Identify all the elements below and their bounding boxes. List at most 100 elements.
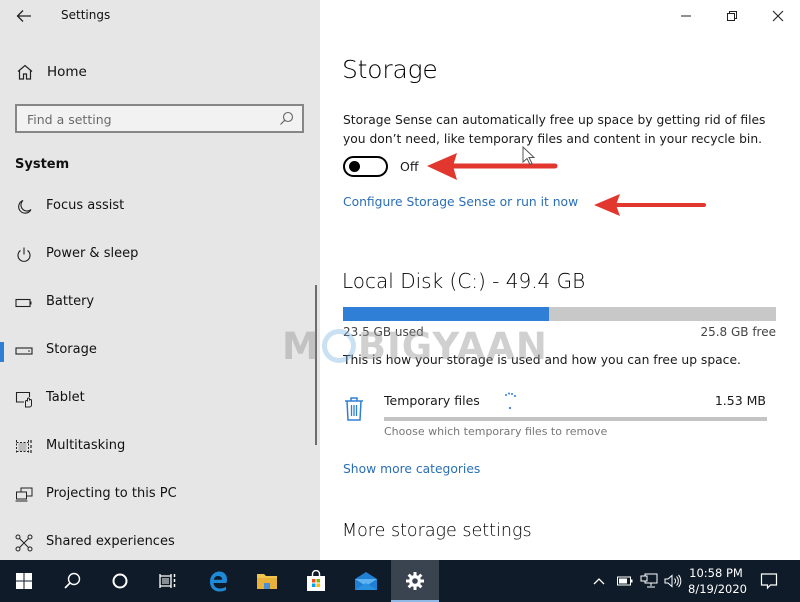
disk-used-label: 23.5 GB used (343, 325, 424, 339)
sidebar-item-label: Multitasking (46, 438, 126, 453)
file-explorer-button[interactable] (243, 560, 291, 602)
sidebar-item-focus-assist[interactable]: Focus assist (0, 187, 316, 227)
sidebar-scrollbar[interactable] (315, 285, 317, 445)
volume-icon (664, 574, 682, 588)
power-icon (17, 247, 31, 262)
category-usage-bar (384, 417, 767, 421)
sidebar-item-label: Tablet (46, 390, 85, 405)
category-subtitle: Choose which temporary files to remove (384, 425, 608, 438)
sidebar-item-label: Power & sleep (46, 246, 139, 261)
action-center-button[interactable] (752, 560, 786, 602)
system-clock[interactable]: 10:58 PM 8/19/2020 (688, 565, 747, 597)
back-button[interactable] (12, 4, 36, 28)
page-title: Storage (342, 55, 438, 84)
search-icon (64, 572, 81, 589)
restore-button[interactable] (709, 0, 755, 32)
action-center-icon (760, 573, 778, 590)
sidebar-item-projecting[interactable]: Projecting to this PC (0, 475, 316, 515)
show-hidden-icons-button[interactable] (591, 572, 607, 590)
main-content: Storage Storage Sense can automatically … (320, 0, 800, 560)
network-tray-button[interactable] (638, 572, 660, 590)
sidebar-item-storage[interactable]: Storage (0, 331, 316, 371)
more-storage-settings-heading: More storage settings (342, 521, 532, 541)
task-view-button[interactable] (144, 560, 192, 602)
settings-button[interactable] (391, 560, 439, 602)
section-title: System (15, 157, 70, 172)
sidebar: Settings Home System Focus assist Power … (0, 0, 320, 560)
sidebar-item-label: Home (47, 64, 87, 80)
moon-icon (18, 199, 32, 214)
configure-storage-sense-link[interactable]: Configure Storage Sense or run it now (343, 195, 578, 209)
mail-icon (355, 572, 377, 590)
store-bag-icon (307, 570, 325, 591)
search-input[interactable] (27, 110, 267, 128)
chevron-up-icon (593, 578, 605, 585)
sidebar-item-multitasking[interactable]: Multitasking (0, 427, 316, 467)
shared-experiences-icon (15, 534, 33, 552)
battery-icon (15, 298, 32, 308)
sidebar-item-label: Shared experiences (46, 534, 175, 549)
minimize-button[interactable] (663, 0, 709, 32)
app-title: Settings (61, 8, 111, 22)
store-button[interactable] (292, 560, 340, 602)
gear-icon (406, 572, 424, 590)
projecting-icon (15, 487, 33, 502)
clock-time: 10:58 PM (689, 566, 743, 580)
start-button[interactable] (0, 560, 48, 602)
windows-logo-icon (16, 573, 32, 589)
restore-icon (727, 11, 737, 21)
battery-tray-button[interactable] (615, 572, 635, 590)
loading-spinner-icon (505, 392, 516, 410)
sidebar-item-label: Battery (46, 294, 95, 309)
storage-drive-icon (15, 347, 33, 355)
title-bar: Settings (0, 0, 320, 32)
storage-sense-description: Storage Sense can automatically free up … (343, 113, 766, 146)
close-icon (772, 10, 784, 22)
search-box[interactable] (15, 104, 304, 133)
disk-usage-fill (343, 307, 550, 321)
minimize-icon (681, 15, 691, 17)
toggle-knob (349, 161, 360, 172)
category-temporary-files[interactable]: Temporary files 1.53 MB Choose which tem… (343, 388, 776, 444)
annotation-arrow-configure (594, 194, 706, 216)
search-button[interactable] (48, 560, 96, 602)
sidebar-item-label: Storage (46, 342, 97, 357)
mail-button[interactable] (342, 560, 390, 602)
tablet-icon (15, 391, 32, 408)
cortana-button[interactable] (96, 560, 144, 602)
category-size: 1.53 MB (714, 393, 766, 408)
sidebar-item-home[interactable]: Home (0, 58, 320, 88)
battery-icon (617, 576, 633, 586)
edge-button[interactable] (194, 560, 242, 602)
usage-hint: This is how your storage is used and how… (343, 353, 741, 367)
disk-title: Local Disk (C:) - 49.4 GB (342, 269, 586, 293)
sidebar-item-battery[interactable]: Battery (0, 283, 316, 323)
clock-date: 8/19/2020 (688, 582, 747, 596)
network-icon (640, 573, 658, 588)
storage-sense-toggle[interactable] (343, 156, 388, 177)
search-icon[interactable] (279, 111, 294, 126)
sidebar-item-power-sleep[interactable]: Power & sleep (0, 235, 316, 275)
back-arrow-icon (16, 10, 31, 22)
close-button[interactable] (755, 0, 800, 32)
sidebar-item-label: Projecting to this PC (46, 486, 177, 501)
folder-icon (257, 574, 277, 589)
show-more-categories-link[interactable]: Show more categories (343, 462, 480, 476)
taskbar: 10:58 PM 8/19/2020 (0, 560, 800, 602)
category-name: Temporary files (384, 393, 480, 408)
trash-icon (345, 397, 363, 421)
sidebar-item-tablet[interactable]: Tablet (0, 379, 316, 419)
multitasking-icon (16, 440, 32, 454)
edge-icon (210, 571, 227, 592)
mouse-cursor-icon (522, 146, 536, 166)
sidebar-item-label: Focus assist (46, 198, 125, 213)
disk-usage-bar (343, 307, 776, 321)
annotation-arrow-toggle (427, 153, 558, 180)
sidebar-item-shared-experiences[interactable]: Shared experiences (0, 523, 316, 563)
home-icon (17, 64, 33, 80)
volume-tray-button[interactable] (662, 572, 684, 590)
disk-free-label: 25.8 GB free (700, 325, 776, 339)
task-view-icon (159, 574, 176, 588)
toggle-state-label: Off (400, 159, 419, 174)
cortana-circle-icon (112, 573, 128, 589)
